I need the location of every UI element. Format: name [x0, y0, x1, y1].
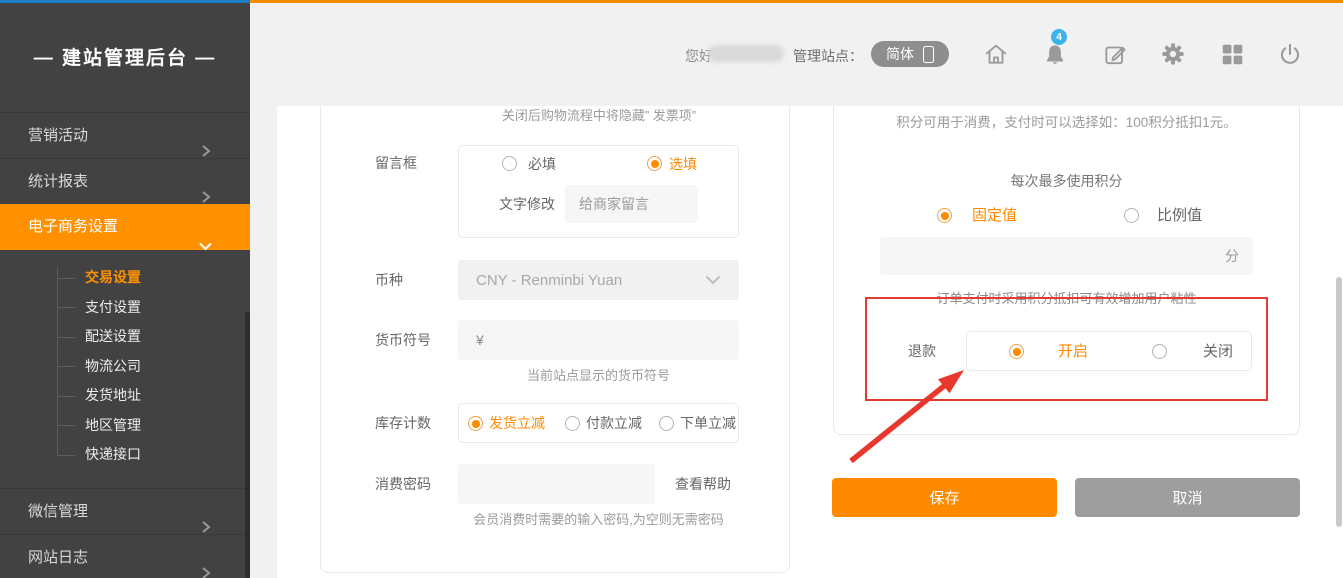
max-points-input[interactable]: 分: [880, 237, 1253, 275]
sidebar: — 建站管理后台 — 营销活动 统计报表 电子商务设置 交易设置 支付设置 配送…: [0, 3, 250, 578]
message-box-label: 留言框: [375, 153, 417, 173]
consume-password-label: 消费密码: [375, 474, 431, 494]
option-points-ratio[interactable]: 比例值: [1157, 206, 1202, 226]
save-button[interactable]: 保存: [832, 478, 1057, 517]
notification-badge: 4: [1051, 29, 1067, 45]
radio-points-fixed[interactable]: [937, 208, 952, 223]
gear-icon[interactable]: [1160, 41, 1186, 67]
max-points-label: 每次最多使用积分: [833, 171, 1300, 191]
sidebar-item-label: 电子商务设置: [28, 218, 118, 235]
content-page: 关闭后购物流程中将隐藏” 发票项” 留言框 必填 选填 文字修改 币种 CNY …: [277, 106, 1343, 578]
sidebar-submenu: 交易设置 支付设置 配送设置 物流公司 发货地址 地区管理 快递接口: [0, 263, 250, 470]
option-points-fixed[interactable]: 固定值: [972, 206, 1017, 226]
chevron-down-icon: [705, 275, 721, 285]
radio-refund-on[interactable]: [1009, 344, 1024, 359]
sidebar-subitem-delivery-settings[interactable]: 配送设置: [0, 322, 250, 352]
manage-site-label: 管理站点：: [793, 46, 863, 66]
points-unit-suffix: 分: [1225, 246, 1239, 266]
sidebar-item-marketing[interactable]: 营销活动: [0, 112, 250, 158]
sidebar-item-label: 微信管理: [28, 503, 88, 520]
power-icon[interactable]: [1277, 41, 1303, 67]
radio-stock-pay-deduct[interactable]: [565, 416, 580, 431]
option-stock-pay-deduct[interactable]: 付款立减: [586, 413, 642, 433]
sidebar-subitem-trade-settings[interactable]: 交易设置: [0, 263, 250, 293]
home-icon[interactable]: [983, 41, 1009, 67]
chevron-right-icon: [201, 552, 212, 578]
sidebar-item-label: 营销活动: [28, 127, 88, 144]
radio-stock-order-deduct[interactable]: [659, 416, 674, 431]
option-message-required[interactable]: 必填: [528, 154, 556, 174]
invoice-hide-note: 关闭后购物流程中将隐藏” 发票项”: [458, 108, 740, 124]
page-scrollbar[interactable]: [1336, 277, 1342, 527]
bell-icon[interactable]: [1042, 41, 1068, 67]
sidebar-subitem-shipping-address[interactable]: 发货地址: [0, 381, 250, 411]
consume-password-note: 会员消费时需要的输入密码,为空则无需密码: [458, 512, 739, 528]
message-text-input[interactable]: [565, 185, 698, 223]
sidebar-scrollbar[interactable]: [245, 312, 250, 578]
sidebar-subitem-express-interface[interactable]: 快递接口: [0, 440, 250, 470]
topbar-orange-strip: [250, 0, 1343, 3]
currency-symbol-input[interactable]: [458, 320, 739, 360]
sidebar-item-label: 网站日志: [28, 549, 88, 566]
sidebar-item-site-logs[interactable]: 网站日志: [0, 534, 250, 578]
sidebar-item-ecommerce-settings[interactable]: 电子商务设置: [0, 204, 250, 250]
option-stock-order-deduct[interactable]: 下单立减: [680, 413, 736, 433]
language-site-switch-button[interactable]: 简体: [871, 41, 949, 67]
consume-password-input[interactable]: [458, 464, 655, 504]
sidebar-subitem-region-management[interactable]: 地区管理: [0, 411, 250, 441]
sidebar-subitem-logistics-company[interactable]: 物流公司: [0, 352, 250, 382]
currency-select[interactable]: CNY - Renminbi Yuan: [458, 260, 739, 300]
admin-screen: — 建站管理后台 — 营销活动 统计报表 电子商务设置 交易设置 支付设置 配送…: [0, 0, 1343, 578]
language-label: 简体: [886, 44, 914, 64]
view-help-link[interactable]: 查看帮助: [675, 474, 731, 494]
points-usage-note: 积分可用于消费，支付时可以选择如：100积分抵扣1元。: [833, 115, 1300, 131]
red-pointer-arrow: [820, 355, 990, 475]
mobile-phone-icon: [923, 46, 934, 63]
text-edit-label: 文字修改: [499, 194, 555, 214]
radio-points-ratio[interactable]: [1124, 208, 1139, 223]
edit-icon[interactable]: [1102, 41, 1128, 67]
radio-message-required[interactable]: [502, 156, 517, 171]
radio-message-optional[interactable]: [647, 156, 662, 171]
sidebar-item-reports[interactable]: 统计报表: [0, 158, 250, 204]
currency-label: 币种: [375, 270, 403, 290]
cancel-button[interactable]: 取消: [1075, 478, 1300, 517]
currency-select-value: CNY - Renminbi Yuan: [476, 272, 622, 289]
sidebar-subitem-payment-settings[interactable]: 支付设置: [0, 293, 250, 323]
option-stock-ship-deduct[interactable]: 发货立减: [489, 413, 545, 433]
app-title: — 建站管理后台 —: [0, 43, 250, 70]
option-refund-on[interactable]: 开启: [1058, 342, 1088, 362]
sidebar-item-label: 统计报表: [28, 173, 88, 190]
apps-grid-icon[interactable]: [1219, 41, 1245, 67]
radio-refund-off[interactable]: [1152, 344, 1167, 359]
sidebar-item-wechat[interactable]: 微信管理: [0, 488, 250, 534]
option-message-optional[interactable]: 选填: [669, 154, 697, 174]
stock-count-label: 库存计数: [375, 413, 431, 433]
currency-symbol-label: 货币符号: [375, 330, 431, 350]
option-refund-off[interactable]: 关闭: [1203, 342, 1233, 362]
radio-stock-ship-deduct[interactable]: [468, 416, 483, 431]
currency-symbol-note: 当前站点显示的货币符号: [458, 368, 739, 384]
masked-username: [708, 45, 784, 62]
